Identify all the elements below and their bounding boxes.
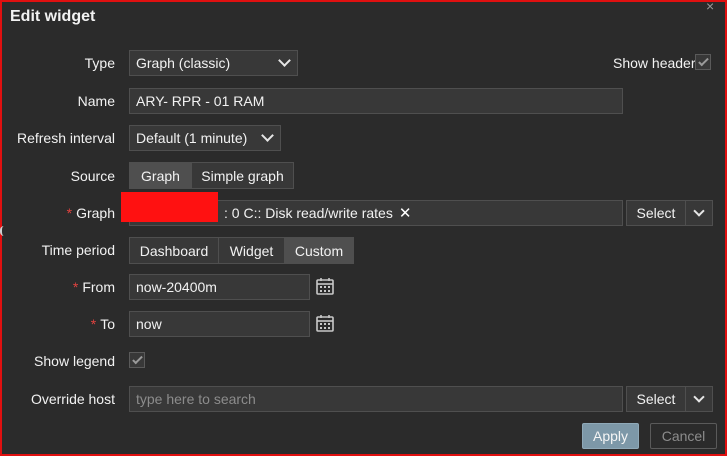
name-input-value: ARY- RPR - 01 RAM: [136, 93, 265, 109]
time-period-option-custom[interactable]: Custom: [285, 237, 354, 264]
graph-chip: : 0 C:: Disk read/write rates ✕: [224, 204, 411, 222]
override-host-select-dropdown[interactable]: [686, 386, 713, 412]
to-input[interactable]: now: [129, 311, 310, 337]
from-label: * From: [73, 279, 115, 295]
required-marker: *: [72, 279, 79, 295]
required-marker: *: [90, 316, 97, 332]
refresh-interval-value: Default (1 minute): [136, 130, 248, 146]
override-host-select-group: Select: [626, 386, 713, 412]
override-host-placeholder: type here to search: [136, 391, 256, 407]
refresh-interval-label: Refresh interval: [16, 130, 115, 146]
time-period-label: Time period: [41, 242, 115, 258]
dialog-title: Edit widget: [10, 8, 96, 25]
from-input[interactable]: now-20400m: [129, 274, 310, 300]
cancel-button[interactable]: Cancel: [650, 423, 717, 449]
show-header-checkbox[interactable]: [695, 54, 711, 70]
graph-label: * Graph: [67, 205, 115, 221]
show-legend-label: Show legend: [34, 353, 115, 369]
calendar-icon[interactable]: [316, 277, 334, 295]
time-period-option-dashboard[interactable]: Dashboard: [129, 237, 219, 264]
to-label-text: To: [100, 316, 115, 332]
edit-widget-dialog: Edit widget × Type Graph (classic) Show …: [0, 0, 727, 456]
time-period-option-widget[interactable]: Widget: [219, 237, 285, 264]
required-marker: *: [66, 205, 73, 221]
checkmark-icon: [697, 55, 709, 66]
dialog-edge-handle: [0, 226, 4, 236]
chevron-down-icon: [693, 204, 705, 217]
checkmark-icon: [131, 353, 143, 364]
time-period-toggle: Dashboard Widget Custom: [129, 237, 354, 264]
name-input[interactable]: ARY- RPR - 01 RAM: [129, 88, 623, 114]
source-label: Source: [70, 168, 115, 184]
to-label: * To: [91, 316, 115, 332]
graph-select-group: Select: [626, 200, 713, 226]
show-header-label: Show header: [613, 55, 696, 71]
graph-label-text: Graph: [76, 205, 115, 221]
apply-button[interactable]: Apply: [582, 423, 639, 449]
chevron-down-icon: [693, 390, 705, 403]
source-toggle: Graph Simple graph: [129, 162, 294, 189]
graph-select-button[interactable]: Select: [626, 200, 686, 226]
remove-x-icon[interactable]: ✕: [399, 204, 412, 222]
source-option-simple-graph[interactable]: Simple graph: [192, 162, 294, 189]
redaction-block: [121, 192, 218, 222]
type-select-value: Graph (classic): [136, 55, 231, 71]
override-host-label: Override host: [30, 391, 115, 407]
type-select[interactable]: Graph (classic): [129, 50, 298, 76]
graph-chip-text: : 0 C:: Disk read/write rates: [224, 205, 393, 221]
calendar-icon[interactable]: [316, 314, 334, 332]
chevron-down-icon: [278, 54, 291, 67]
from-label-text: From: [82, 279, 115, 295]
override-host-select-button[interactable]: Select: [626, 386, 686, 412]
from-input-value: now-20400m: [136, 279, 217, 295]
close-icon[interactable]: ×: [706, 0, 714, 14]
refresh-interval-select[interactable]: Default (1 minute): [129, 125, 281, 151]
to-input-value: now: [136, 316, 162, 332]
override-host-input[interactable]: type here to search: [129, 386, 623, 412]
name-label: Name: [77, 93, 115, 109]
chevron-down-icon: [261, 129, 274, 142]
type-label: Type: [84, 55, 115, 71]
show-legend-checkbox[interactable]: [129, 352, 145, 368]
source-option-graph[interactable]: Graph: [129, 162, 192, 189]
graph-select-dropdown[interactable]: [686, 200, 713, 226]
